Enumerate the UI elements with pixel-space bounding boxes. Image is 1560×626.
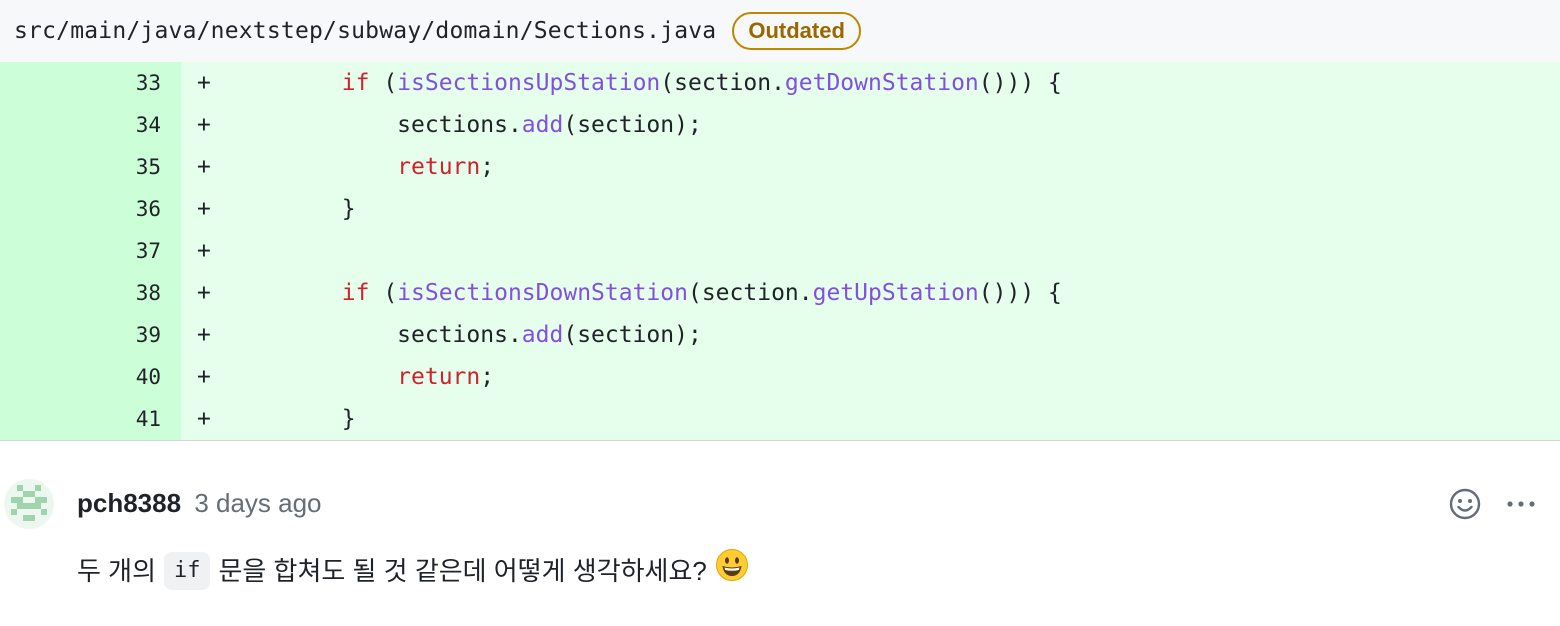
code-keyword: if [341, 70, 370, 96]
diff-add-marker: + [197, 364, 211, 390]
code-keyword: if [341, 280, 370, 306]
code-text: (section); [563, 322, 702, 348]
file-header: src/main/java/nextstep/subway/domain/Sec… [0, 0, 1560, 62]
diff-add-marker: + [197, 196, 211, 222]
comment-text-after: 문을 합쳐도 될 것 같은데 어떻게 생각하세요? [218, 555, 707, 586]
code-function: isSectionsUpStation [397, 70, 661, 96]
code-line: + sections.add(section); [181, 314, 1560, 356]
line-number[interactable]: 37 [0, 230, 181, 272]
line-number[interactable]: 34 [0, 104, 181, 146]
file-path[interactable]: src/main/java/nextstep/subway/domain/Sec… [14, 18, 716, 44]
avatar[interactable] [4, 479, 54, 529]
code-function: add [521, 322, 564, 348]
code-line: + return; [181, 146, 1560, 188]
code-text: ; [480, 364, 495, 390]
code-function: getUpStation [812, 280, 979, 306]
diff-row: 41 + } [0, 398, 1560, 440]
diff-add-marker: + [197, 322, 211, 348]
code-function: isSectionsDownStation [397, 280, 688, 306]
line-number[interactable]: 41 [0, 398, 181, 440]
line-number[interactable]: 38 [0, 272, 181, 314]
code-line: + sections.add(section); [181, 104, 1560, 146]
code-text: ( [369, 280, 398, 306]
code-line: + return; [181, 356, 1560, 398]
code-line: + if (isSectionsDownStation(section.getU… [181, 272, 1560, 314]
diff-add-marker: + [197, 280, 211, 306]
diff-row: 38 + if (isSectionsDownStation(section.ge… [0, 272, 1560, 314]
comment-timestamp[interactable]: 3 days ago [194, 488, 321, 518]
diff-row: 37 + [0, 230, 1560, 272]
smiley-icon[interactable] [1448, 487, 1482, 521]
diff-add-marker: + [197, 112, 211, 138]
code-line: + } [181, 188, 1560, 230]
code-text: ())) { [978, 280, 1062, 306]
grinning-face-emoji [715, 548, 749, 593]
line-number[interactable]: 39 [0, 314, 181, 356]
code-text: (section. [687, 280, 813, 306]
diff-row: 33 + if (isSectionsUpStation(section.getD… [0, 62, 1560, 104]
diff-row: 35 + return; [0, 146, 1560, 188]
diff-add-marker: + [197, 406, 211, 432]
comment-author[interactable]: pch8388 [77, 488, 181, 518]
code-text: ; [480, 154, 495, 180]
code-text: (section); [563, 112, 702, 138]
comment-body: 두 개의 if 문을 합쳐도 될 것 같은데 어떻게 생각하세요? [77, 548, 749, 593]
code-line: + if (isSectionsUpStation(section.getDow… [181, 62, 1560, 104]
comment-text-before: 두 개의 [77, 555, 156, 586]
comment-header: pch8388 3 days ago [77, 486, 322, 520]
diff-add-marker: + [197, 154, 211, 180]
code-line: + } [181, 398, 1560, 440]
code-text: ( [369, 70, 398, 96]
code-line: + [181, 230, 1560, 272]
line-number[interactable]: 33 [0, 62, 181, 104]
code-keyword: return [397, 364, 481, 390]
diff-row: 40 + return; [0, 356, 1560, 398]
line-number[interactable]: 35 [0, 146, 181, 188]
code-text: } [341, 196, 356, 222]
diff-row: 39 + sections.add(section); [0, 314, 1560, 356]
code-text: sections. [397, 112, 522, 138]
outdated-badge: Outdated [732, 12, 861, 50]
inline-code: if [163, 551, 211, 590]
code-keyword: return [397, 154, 481, 180]
code-text: sections. [397, 322, 522, 348]
diff-table: 33 + if (isSectionsUpStation(section.getD… [0, 62, 1560, 441]
code-function: add [521, 112, 564, 138]
code-text: ())) { [978, 70, 1062, 96]
code-text: } [341, 406, 356, 432]
diff-row: 36 + } [0, 188, 1560, 230]
diff-add-marker: + [197, 70, 211, 96]
kebab-horizontal-icon[interactable] [1504, 487, 1538, 521]
diff-row: 34 + sections.add(section); [0, 104, 1560, 146]
code-function: getDownStation [784, 70, 979, 96]
comment-actions [1448, 487, 1538, 521]
code-text: (section. [660, 70, 785, 96]
line-number[interactable]: 40 [0, 356, 181, 398]
line-number[interactable]: 36 [0, 188, 181, 230]
diff-add-marker: + [197, 238, 211, 264]
